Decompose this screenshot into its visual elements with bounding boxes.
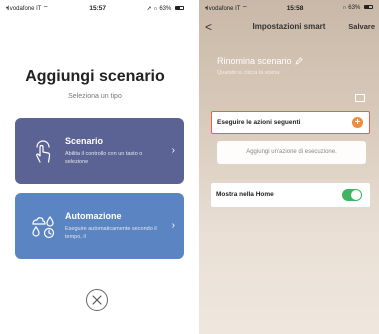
automation-card-description: Eseguire automaticamente secondo il temp… xyxy=(65,226,157,240)
chevron-right-icon: › xyxy=(171,220,175,231)
rename-scenario-button[interactable]: Rinomina scenario xyxy=(217,56,303,66)
status-bar: •ıl vodafone IT ⌔ 15:57 ➚ ∩ 63% xyxy=(0,0,190,16)
add-action-button[interactable]: Aggiungi un'azione di esecuzione. xyxy=(217,141,366,164)
status-bar: •ıl vodafone IT ⌔ 15:58 ∩ 63% xyxy=(199,0,379,16)
automation-card-title: Automazione xyxy=(65,211,122,221)
scene-name-label: Rinomina scenario xyxy=(217,56,292,66)
scenario-card-description: Abilita il controllo con un tasto o sele… xyxy=(65,151,143,165)
battery-icon xyxy=(175,5,184,10)
close-icon xyxy=(92,295,102,305)
weather-clock-icon xyxy=(32,215,55,239)
headphones-icon: ∩ xyxy=(153,5,158,12)
add-scenario-screen: •ıl vodafone IT ⌔ 15:57 ➚ ∩ 63% Aggiungi… xyxy=(0,0,190,334)
show-in-home-row: Mostra nella Home xyxy=(211,183,370,207)
scene-hint: Quando si clicca la scena xyxy=(217,70,280,76)
clock: 15:58 xyxy=(286,4,304,12)
scenario-card[interactable]: Scenario Abilita il controllo con un tas… xyxy=(15,118,184,184)
actions-section: Eseguire le azioni seguenti + xyxy=(211,111,370,134)
show-in-home-toggle[interactable] xyxy=(342,189,362,201)
close-button[interactable] xyxy=(86,289,108,311)
scenario-card-title: Scenario xyxy=(65,136,104,146)
page-title: Aggiungi scenario xyxy=(25,68,165,85)
touch-hand-icon xyxy=(36,140,51,163)
carrier-label: vodafone IT xyxy=(9,6,42,12)
add-action-icon[interactable]: + xyxy=(352,117,363,128)
chevron-right-icon: › xyxy=(171,145,175,156)
signal-icon: •ıl xyxy=(6,6,9,12)
carrier-label: vodafone IT xyxy=(208,6,241,12)
battery-percent: 63% xyxy=(159,5,172,12)
automation-card[interactable]: Automazione Eseguire automaticamente sec… xyxy=(15,193,184,259)
clock: 15:57 xyxy=(89,4,106,12)
wifi-icon: ⌔ xyxy=(242,6,248,12)
change-background-icon[interactable] xyxy=(355,94,365,102)
signal-icon: •ıl xyxy=(205,6,208,12)
wifi-icon: ⌔ xyxy=(43,6,49,12)
nav-bar: < Impostazioni smart Salvare xyxy=(199,16,379,40)
page-subtitle: Seleziona un tipo xyxy=(68,93,122,100)
smart-settings-screen: •ıl vodafone IT ⌔ 15:58 ∩ 63% < Impostaz… xyxy=(199,0,379,334)
headphones-icon: ∩ xyxy=(342,5,347,11)
location-icon: ➚ xyxy=(146,5,152,12)
show-in-home-label: Mostra nella Home xyxy=(216,191,274,198)
actions-label: Eseguire le azioni seguenti xyxy=(217,119,301,126)
pencil-icon xyxy=(294,57,303,65)
battery-percent: 63% xyxy=(348,5,361,11)
save-button[interactable]: Salvare xyxy=(348,22,375,31)
battery-icon xyxy=(363,5,373,10)
